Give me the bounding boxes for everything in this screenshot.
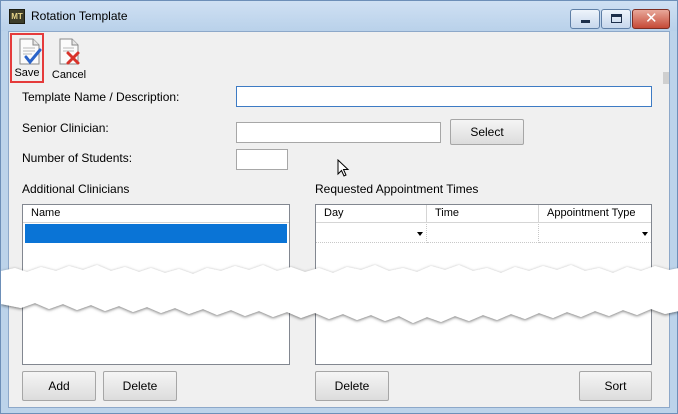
chevron-down-icon xyxy=(417,232,423,236)
day-combo-cell[interactable] xyxy=(316,224,427,243)
add-clinician-button[interactable]: Add xyxy=(22,371,96,401)
close-button[interactable]: ✕ xyxy=(632,9,670,29)
column-header-name[interactable]: Name xyxy=(23,205,289,223)
grid-header: Day Time Appointment Type xyxy=(316,205,651,223)
template-name-label: Template Name / Description: xyxy=(22,90,180,104)
select-button[interactable]: Select xyxy=(450,119,524,145)
grid-header: Name xyxy=(23,205,289,223)
template-name-input[interactable] xyxy=(236,86,652,107)
column-header-time[interactable]: Time xyxy=(427,205,539,223)
senior-clinician-label: Senior Clinician: xyxy=(22,121,109,135)
torn-edge-overlay xyxy=(1,265,678,323)
column-header-day[interactable]: Day xyxy=(316,205,427,223)
save-label: Save xyxy=(14,67,40,79)
appointment-type-combo-cell[interactable] xyxy=(539,224,651,243)
minimize-icon xyxy=(581,20,590,23)
time-cell[interactable] xyxy=(427,224,539,243)
number-of-students-label: Number of Students: xyxy=(22,151,133,165)
sort-button[interactable]: Sort xyxy=(579,371,652,401)
column-header-appointment-type[interactable]: Appointment Type xyxy=(539,205,651,223)
app-icon: MT xyxy=(9,9,25,24)
chevron-down-icon xyxy=(642,232,648,236)
maximize-icon xyxy=(611,14,622,23)
delete-appointment-button[interactable]: Delete xyxy=(315,371,389,401)
delete-clinician-button[interactable]: Delete xyxy=(103,371,177,401)
form-client-area: Save Cancel Template Name / Description:… xyxy=(8,31,670,408)
save-button[interactable]: Save xyxy=(10,33,44,83)
cancel-button[interactable]: Cancel xyxy=(50,35,88,83)
close-icon: ✕ xyxy=(645,10,658,27)
appointment-times-title: Requested Appointment Times xyxy=(315,182,479,196)
selected-row[interactable] xyxy=(25,224,287,243)
additional-clinicians-title: Additional Clinicians xyxy=(22,182,130,196)
title-bar[interactable]: MT Rotation Template ✕ xyxy=(1,1,677,31)
maximize-button[interactable] xyxy=(601,9,631,29)
cancel-label: Cancel xyxy=(51,69,87,81)
number-of-students-input[interactable] xyxy=(236,149,288,170)
mouse-cursor-icon xyxy=(337,159,350,177)
save-document-icon xyxy=(19,38,42,65)
senior-clinician-input[interactable] xyxy=(236,122,441,143)
rotation-template-window: MT Rotation Template ✕ Save Cancel Templ… xyxy=(0,0,678,414)
minimize-button[interactable] xyxy=(570,9,600,29)
cancel-document-icon xyxy=(59,38,80,65)
scrollbar-stub[interactable] xyxy=(663,72,669,84)
window-title: Rotation Template xyxy=(31,9,128,23)
